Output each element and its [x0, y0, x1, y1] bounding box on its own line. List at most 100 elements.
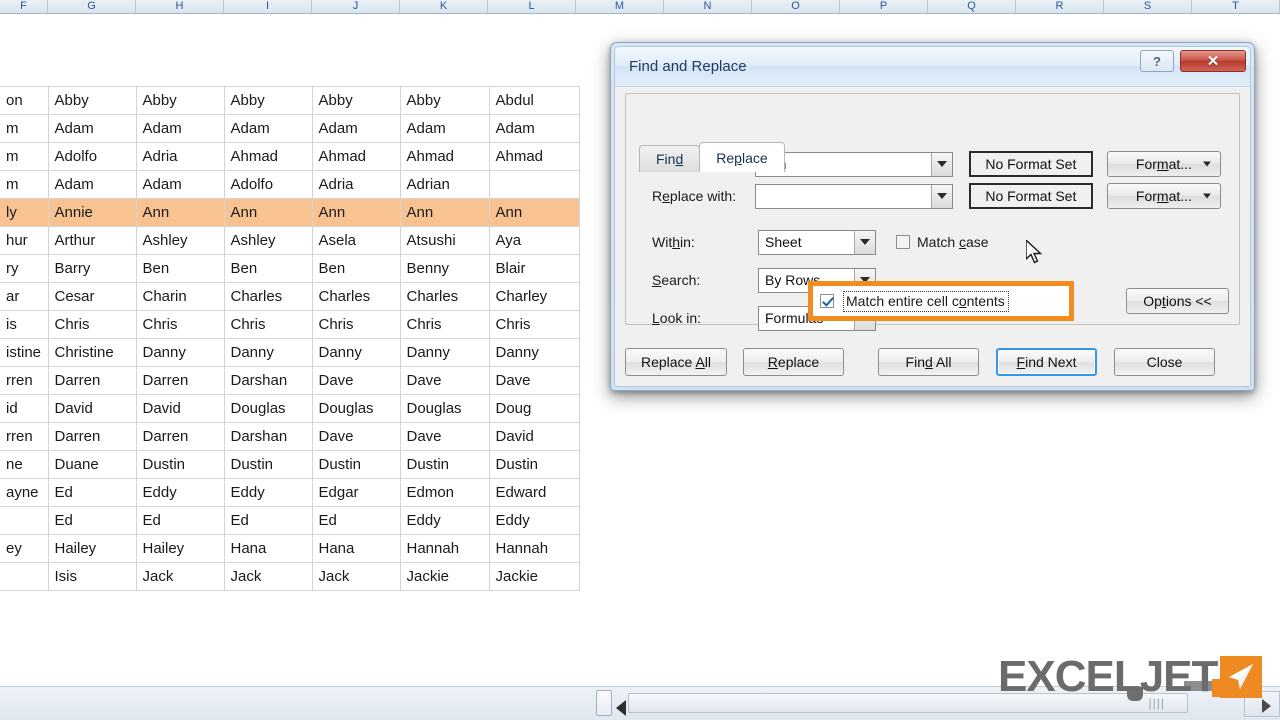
- grid-cell[interactable]: Eddy: [136, 479, 224, 507]
- tab-replace[interactable]: Replace: [699, 142, 784, 172]
- grid-cell[interactable]: Jack: [224, 563, 312, 591]
- find-next-button[interactable]: Find Next: [996, 348, 1097, 376]
- grid-cell[interactable]: Ahmad: [224, 143, 312, 171]
- replace-format-button[interactable]: Format...: [1107, 183, 1221, 209]
- grid-cell[interactable]: Ann: [489, 199, 579, 227]
- grid-cell[interactable]: istine: [0, 339, 48, 367]
- chevron-down-icon[interactable]: [1203, 162, 1211, 167]
- grid-cell[interactable]: Ann: [136, 199, 224, 227]
- grid-cell[interactable]: Chris: [48, 311, 136, 339]
- grid-cell[interactable]: Dave: [489, 367, 579, 395]
- replace-with-dropdown-button[interactable]: [931, 185, 952, 208]
- grid-cell[interactable]: Ann: [224, 199, 312, 227]
- grid-cell[interactable]: Dave: [312, 423, 400, 451]
- grid-cell[interactable]: ry: [0, 255, 48, 283]
- grid-cell[interactable]: Dustin: [400, 451, 489, 479]
- grid-cell[interactable]: David: [489, 423, 579, 451]
- grid-cell[interactable]: Darshan: [224, 367, 312, 395]
- grid-cell[interactable]: Edgar: [312, 479, 400, 507]
- sheet-tab-divider[interactable]: [596, 690, 612, 716]
- scroll-left-icon[interactable]: [616, 700, 626, 716]
- scroll-right-icon[interactable]: [1262, 699, 1271, 713]
- grid-cell[interactable]: Chris: [400, 311, 489, 339]
- grid-cell[interactable]: Dustin: [312, 451, 400, 479]
- grid-cell[interactable]: Chris: [136, 311, 224, 339]
- grid-cell[interactable]: Hailey: [48, 535, 136, 563]
- column-header-K[interactable]: K: [400, 0, 488, 13]
- column-header-Q[interactable]: Q: [928, 0, 1016, 13]
- grid-cell[interactable]: Darren: [48, 423, 136, 451]
- grid-cell[interactable]: Ann: [400, 199, 489, 227]
- grid-cell[interactable]: Chris: [224, 311, 312, 339]
- table-row[interactable]: mAdolfoAdriaAhmadAhmadAhmadAhmad: [0, 143, 579, 171]
- table-row[interactable]: mAdamAdamAdamAdamAdamAdam: [0, 115, 579, 143]
- grid-cell[interactable]: Isis: [48, 563, 136, 591]
- grid-cell[interactable]: Dave: [400, 423, 489, 451]
- grid-cell[interactable]: Abby: [48, 87, 136, 115]
- column-header-M[interactable]: M: [576, 0, 664, 13]
- table-row[interactable]: neDuaneDustinDustinDustinDustinDustin: [0, 451, 579, 479]
- column-header-O[interactable]: O: [752, 0, 840, 13]
- grid-cell[interactable]: Ed: [224, 507, 312, 535]
- chevron-down-icon[interactable]: [1203, 194, 1211, 199]
- grid-cell[interactable]: Abby: [136, 87, 224, 115]
- grid-cell[interactable]: Abby: [400, 87, 489, 115]
- grid-cell[interactable]: Charley: [489, 283, 579, 311]
- grid-cell[interactable]: Adam: [136, 115, 224, 143]
- grid-cell[interactable]: Adam: [489, 115, 579, 143]
- column-header-G[interactable]: G: [48, 0, 136, 13]
- grid-cell[interactable]: Dustin: [489, 451, 579, 479]
- grid-cell[interactable]: Ahmad: [400, 143, 489, 171]
- table-row[interactable]: lyAnnieAnnAnnAnnAnnAnn: [0, 199, 579, 227]
- grid-cell[interactable]: Jackie: [400, 563, 489, 591]
- grid-cell[interactable]: Doug: [489, 395, 579, 423]
- find-format-button[interactable]: Format...: [1107, 151, 1221, 177]
- grid-cell[interactable]: Dave: [400, 367, 489, 395]
- grid-cell[interactable]: Eddy: [400, 507, 489, 535]
- grid-cell[interactable]: Duane: [48, 451, 136, 479]
- column-header-J[interactable]: J: [312, 0, 400, 13]
- grid-cell[interactable]: Douglas: [224, 395, 312, 423]
- grid-cell[interactable]: Atsushi: [400, 227, 489, 255]
- grid-cell[interactable]: m: [0, 171, 48, 199]
- grid-cell[interactable]: on: [0, 87, 48, 115]
- grid-cell[interactable]: Hailey: [136, 535, 224, 563]
- column-header-R[interactable]: R: [1016, 0, 1104, 13]
- grid-cell[interactable]: Danny: [489, 339, 579, 367]
- grid-cell[interactable]: Aya: [489, 227, 579, 255]
- column-header-T[interactable]: T: [1192, 0, 1280, 13]
- grid-cell[interactable]: is: [0, 311, 48, 339]
- column-header-P[interactable]: P: [840, 0, 928, 13]
- replace-button[interactable]: Replace: [743, 348, 844, 376]
- table-row[interactable]: hurArthurAshleyAshleyAselaAtsushiAya: [0, 227, 579, 255]
- grid-cell[interactable]: Ahmad: [312, 143, 400, 171]
- grid-cell[interactable]: Darren: [136, 367, 224, 395]
- grid-cell[interactable]: ne: [0, 451, 48, 479]
- grid-cell[interactable]: Douglas: [400, 395, 489, 423]
- table-row[interactable]: ryBarryBenBenBenBennyBlair: [0, 255, 579, 283]
- grid-cell[interactable]: Adam: [312, 115, 400, 143]
- table-row[interactable]: isChrisChrisChrisChrisChrisChris: [0, 311, 579, 339]
- grid-cell[interactable]: Adolfo: [224, 171, 312, 199]
- grid-cell[interactable]: Adam: [48, 171, 136, 199]
- grid-cell[interactable]: Ann: [312, 199, 400, 227]
- grid-cell[interactable]: Ashley: [136, 227, 224, 255]
- grid-cell[interactable]: Charles: [400, 283, 489, 311]
- grid-cell[interactable]: Ahmad: [489, 143, 579, 171]
- grid-cell[interactable]: Arthur: [48, 227, 136, 255]
- grid-cell[interactable]: ayne: [0, 479, 48, 507]
- grid-cell[interactable]: Charin: [136, 283, 224, 311]
- grid-cell[interactable]: Eddy: [224, 479, 312, 507]
- grid-cell[interactable]: Adolfo: [48, 143, 136, 171]
- grid-cell[interactable]: Danny: [136, 339, 224, 367]
- grid-cell[interactable]: Danny: [400, 339, 489, 367]
- grid-cell[interactable]: Ed: [48, 507, 136, 535]
- grid-cell[interactable]: Adrian: [400, 171, 489, 199]
- grid-cell[interactable]: Jack: [312, 563, 400, 591]
- grid-cell[interactable]: Chris: [312, 311, 400, 339]
- options-button[interactable]: Options <<: [1126, 288, 1229, 314]
- grid-cell[interactable]: Annie: [48, 199, 136, 227]
- table-row[interactable]: istineChristineDannyDannyDannyDannyDanny: [0, 339, 579, 367]
- spreadsheet-grid[interactable]: onAbbyAbbyAbbyAbbyAbbyAbdulmAdamAdamAdam…: [0, 86, 580, 591]
- grid-cell[interactable]: Abby: [224, 87, 312, 115]
